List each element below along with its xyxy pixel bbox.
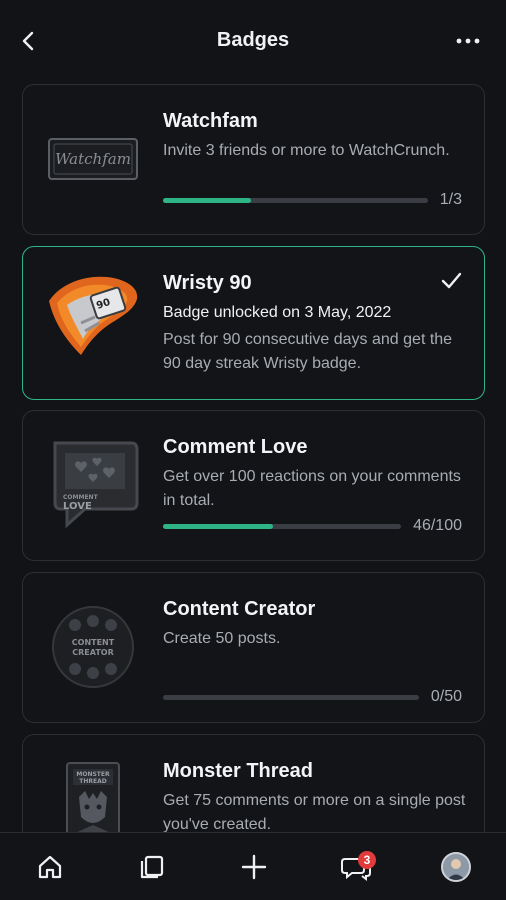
badge-title: Monster Thread [163, 760, 314, 782]
nav-messages[interactable]: 3 [336, 847, 376, 887]
watchfam-badge-text: Watchfam [55, 150, 131, 168]
nav-posts[interactable] [132, 847, 172, 887]
nav-home[interactable] [30, 847, 70, 887]
progress-track [163, 197, 428, 203]
monster-thread-badge-text-2: THREAD [79, 778, 106, 785]
badge-card-watchfam[interactable]: Watchfam Watchfam Invite 3 friends or mo… [22, 84, 485, 235]
badge-card-content-creator[interactable]: CONTENT CREATOR Content Creator Create 5… [22, 572, 485, 723]
progress-count: 1/3 [439, 191, 462, 208]
comment-love-badge-text-1: COMMENT [63, 494, 99, 501]
home-icon [38, 855, 62, 879]
progress-count: 0/50 [430, 688, 462, 705]
badge-progress: 1/3 [163, 191, 462, 209]
progress-track [163, 694, 419, 700]
progress-fill [163, 197, 252, 203]
more-options-button[interactable] [450, 26, 486, 56]
badge-card-comment-love[interactable]: COMMENT LOVE Comment Love Get over 100 r… [22, 410, 485, 561]
watchfam-badge-image: Watchfam [41, 107, 145, 211]
plus-icon [241, 854, 267, 880]
content-creator-badge-image: CONTENT CREATOR [41, 595, 145, 699]
badge-title: Wristy 90 [163, 272, 252, 294]
badge-title: Watchfam [163, 110, 258, 132]
badge-progress: 46/100 [163, 517, 462, 535]
badge-description: Get over 100 reactions on your comments … [163, 468, 461, 509]
comment-love-badge-text-2: LOVE [63, 501, 92, 512]
nav-create[interactable] [234, 847, 274, 887]
profile-avatar [441, 852, 471, 882]
content-creator-badge-text-1: CONTENT [72, 638, 115, 647]
posts-icon [140, 855, 164, 879]
badge-description: Create 50 posts. [163, 630, 281, 647]
monster-thread-badge-text-1: MONSTER [76, 771, 110, 778]
top-bar: Badges [0, 0, 506, 82]
badge-title: Comment Love [163, 436, 308, 458]
wristy-90-badge-image: 90 [41, 261, 145, 365]
progress-track [163, 523, 402, 529]
checkmark-icon [441, 272, 462, 289]
badge-progress: 0/50 [163, 688, 462, 706]
badge-description: Invite 3 friends or more to WatchCrunch. [163, 142, 450, 159]
nav-profile[interactable] [436, 847, 476, 887]
badge-title: Content Creator [163, 598, 316, 620]
page-title: Badges [216, 29, 290, 51]
badge-card-wristy-90[interactable]: 90 Wristy 90 Badge unlocked on 3 May, 20… [22, 246, 485, 400]
messages-badge: 3 [358, 851, 376, 869]
progress-fill [163, 523, 273, 529]
bottom-navigation: 3 [0, 832, 506, 900]
badge-description: Post for 90 consecutive days and get the… [163, 331, 453, 372]
more-horizontal-icon [456, 38, 480, 44]
badge-unlocked-date: Badge unlocked on 3 May, 2022 [163, 304, 392, 321]
content-creator-badge-text-2: CREATOR [72, 648, 113, 657]
progress-count: 46/100 [413, 517, 462, 534]
comment-love-badge-image: COMMENT LOVE [41, 433, 145, 537]
badge-description: Get 75 comments or more on a single post… [163, 792, 466, 833]
